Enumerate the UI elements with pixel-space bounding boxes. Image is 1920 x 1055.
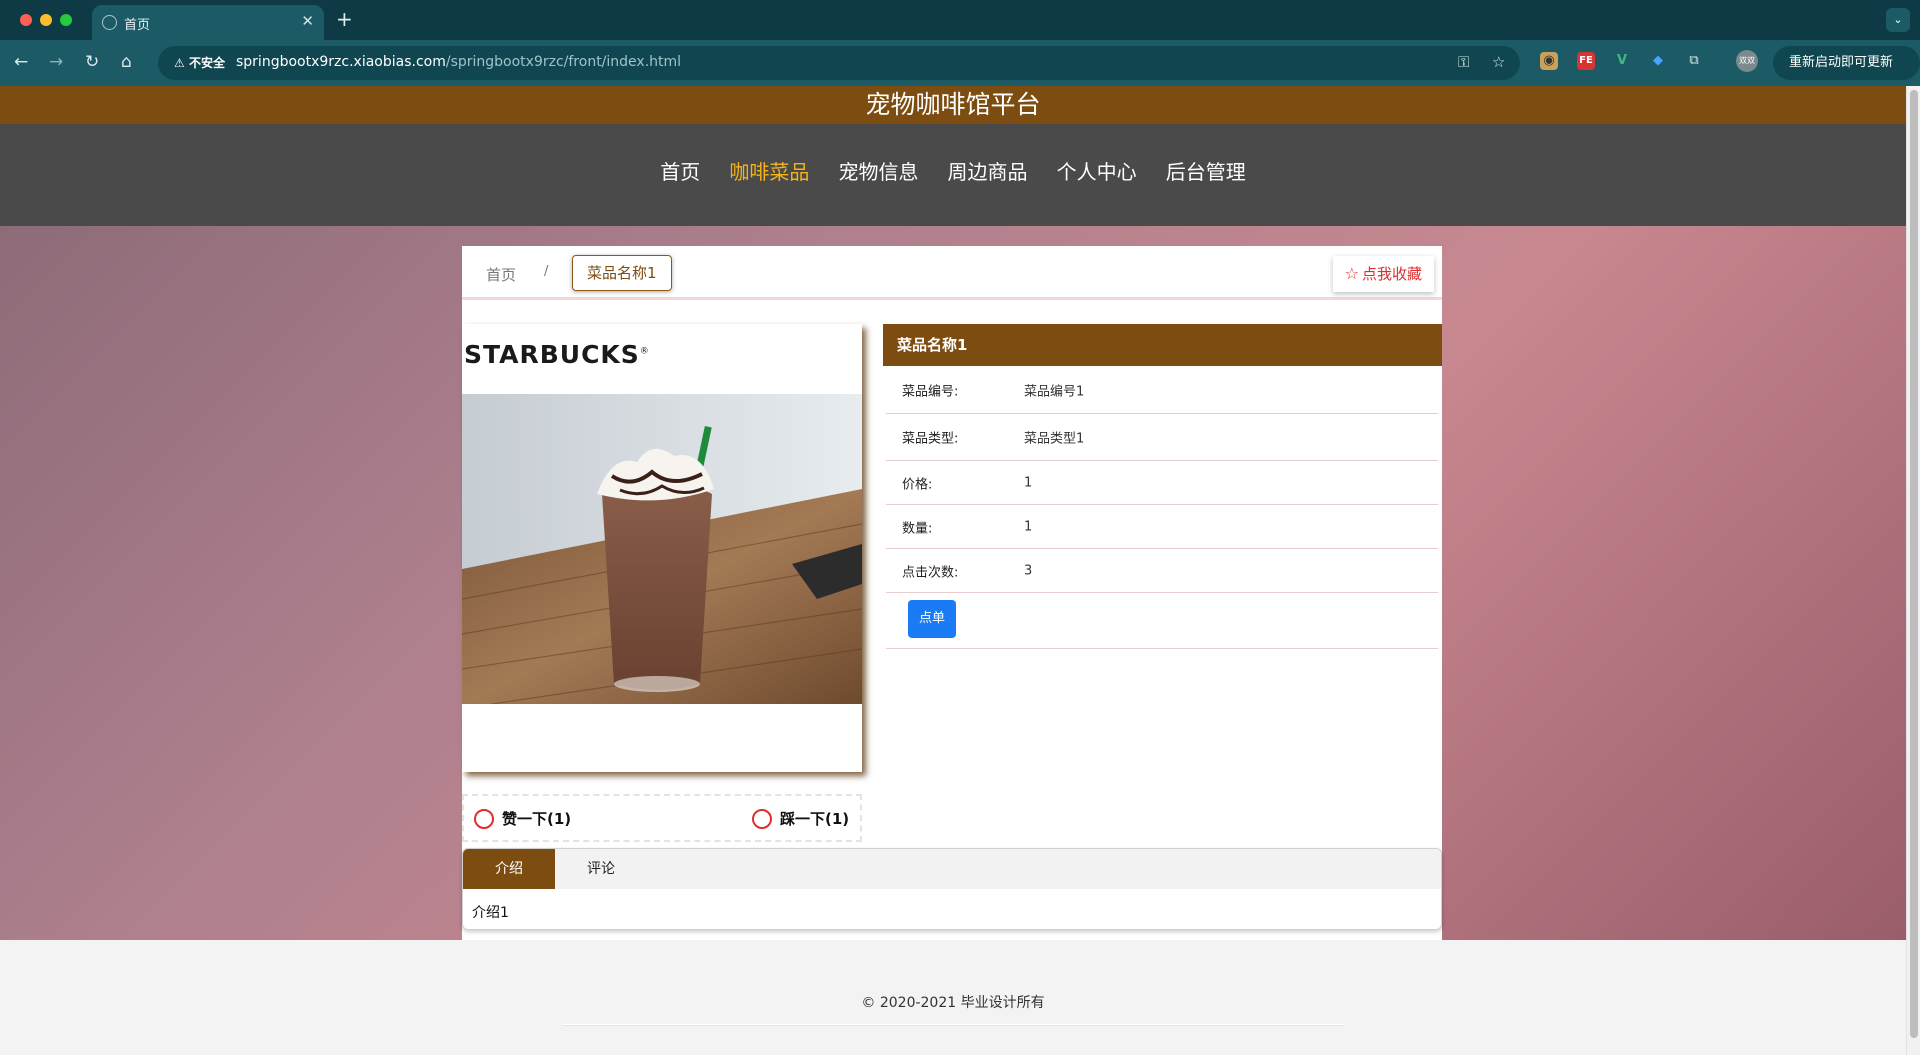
favorite-button[interactable]: ☆ 点我收藏 <box>1332 256 1434 292</box>
tab-content-text: 介绍1 <box>472 905 509 921</box>
frown-icon <box>752 809 772 829</box>
info-key: 菜品类型: <box>902 431 959 447</box>
globe-icon <box>102 15 117 30</box>
new-tab-button[interactable]: + <box>336 7 353 31</box>
nav-item-user-center[interactable]: 个人中心 <box>1057 156 1137 185</box>
info-key: 数量: <box>902 521 933 536</box>
footer-divider <box>562 1024 1344 1025</box>
browser-tab[interactable]: 首页 ✕ <box>92 5 324 40</box>
breadcrumb: 首页 / 菜品名称1 ☆ 点我收藏 <box>462 246 1442 300</box>
insecure-warning-badge[interactable]: ⚠ 不安全 <box>166 52 233 74</box>
favorite-label: 点我收藏 <box>1361 265 1422 283</box>
breadcrumb-current: 菜品名称1 <box>572 255 672 291</box>
tab-search-button[interactable]: ⌄ <box>1886 8 1910 32</box>
info-value: 1 <box>1024 519 1033 534</box>
like-button[interactable]: 赞一下(1) <box>474 808 571 829</box>
profile-avatar[interactable]: 双双 <box>1736 50 1758 72</box>
extension-vue-icon[interactable]: V <box>1613 52 1631 70</box>
reload-icon[interactable]: ↻ <box>85 52 99 72</box>
info-row-actions <box>886 593 1438 649</box>
key-icon[interactable]: ⚿ <box>1458 53 1469 71</box>
nav-item-home[interactable]: 首页 <box>660 156 700 185</box>
nav-item-pet-info[interactable]: 宠物信息 <box>838 156 918 185</box>
extension-fe-icon[interactable]: FE <box>1577 52 1595 70</box>
bookmark-star-icon[interactable]: ☆ <box>1492 53 1505 71</box>
browser-tab-strip: 首页 ✕ + ⌄ <box>0 0 1920 40</box>
window-minimize-button[interactable] <box>40 14 52 26</box>
scrollbar-thumb[interactable] <box>1910 90 1918 1038</box>
extension-icon-1[interactable]: ◉ <box>1540 52 1558 70</box>
close-icon[interactable]: ✕ <box>301 12 314 30</box>
detail-tabs: 介绍 评论 介绍1 <box>462 848 1442 930</box>
window-zoom-button[interactable] <box>60 14 72 26</box>
breadcrumb-separator: / <box>544 264 549 279</box>
copyright-text: © 2020-2021 毕业设计所有 <box>861 995 1045 1011</box>
reaction-bar: 赞一下(1) 踩一下(1) <box>462 794 862 842</box>
nav-item-admin[interactable]: 后台管理 <box>1166 156 1246 185</box>
product-name-header: 菜品名称1 <box>883 324 1442 366</box>
info-value: 菜品类型1 <box>1024 431 1085 447</box>
url-text[interactable]: springbootx9rzc.xiaobias.com/springbootx… <box>236 54 681 70</box>
browser-tab-title: 首页 <box>124 18 151 33</box>
info-value: 1 <box>1024 475 1033 490</box>
info-value: 菜品编号1 <box>1024 384 1085 399</box>
footer: © 2020-2021 毕业设计所有 <box>0 950 1906 1055</box>
trademark-mark: ® <box>639 346 650 357</box>
url-host: springbootx9rzc.xiaobias.com <box>236 54 446 70</box>
breadcrumb-home[interactable]: 首页 <box>486 264 516 285</box>
nav-item-merchandise[interactable]: 周边商品 <box>948 156 1028 185</box>
brand-logo-text: STARBUCKS® <box>464 340 650 369</box>
home-icon[interactable]: ⌂ <box>121 52 132 72</box>
info-key: 价格: <box>902 477 933 492</box>
detail-panel: 首页 / 菜品名称1 ☆ 点我收藏 STARBUCKS® 赞一下(1) 踩一下(… <box>462 246 1442 940</box>
info-value: 3 <box>1024 563 1033 578</box>
nav-item-coffee-dishes[interactable]: 咖啡菜品 <box>729 156 809 185</box>
back-arrow-icon[interactable]: ← <box>14 52 28 72</box>
info-row-code: 菜品编号: 菜品编号1 <box>886 366 1438 414</box>
forward-arrow-icon[interactable]: → <box>49 52 63 72</box>
extensions-puzzle-icon[interactable]: ⧉ <box>1685 52 1703 70</box>
url-path: /springbootx9rzc/front/index.html <box>445 54 682 70</box>
extension-diamond-icon[interactable]: ◆ <box>1649 52 1667 70</box>
dislike-label: 踩一下(1) <box>780 810 850 828</box>
browser-toolbar: ← → ↻ ⌂ ⚠ 不安全 springbootx9rzc.xiaobias.c… <box>0 40 1920 86</box>
main-nav: 首页 咖啡菜品 宠物信息 周边商品 个人中心 后台管理 <box>0 124 1906 226</box>
brand-text: STARBUCKS <box>464 340 640 369</box>
product-image-card[interactable]: STARBUCKS® <box>462 324 862 772</box>
page-viewport: 宠物咖啡馆平台 首页 咖啡菜品 宠物信息 周边商品 个人中心 后台管理 首页 /… <box>0 86 1906 1055</box>
address-bar[interactable]: ⚠ 不安全 springbootx9rzc.xiaobias.com/sprin… <box>158 46 1520 80</box>
order-button[interactable]: 点单 <box>908 600 956 638</box>
site-title: 宠物咖啡馆平台 <box>0 86 1906 124</box>
detail-tabs-header: 介绍 评论 <box>463 849 1441 889</box>
coffee-frappuccino-image <box>462 394 862 704</box>
smile-icon <box>474 809 494 829</box>
info-row-quantity: 数量: 1 <box>886 505 1438 549</box>
restart-label: 重新启动即可更新 <box>1789 55 1894 70</box>
star-icon: ☆ <box>1344 264 1359 283</box>
info-key: 菜品编号: <box>902 384 959 399</box>
insecure-label: 不安全 <box>188 56 225 70</box>
like-label: 赞一下(1) <box>502 810 572 828</box>
info-row-clicks: 点击次数: 3 <box>886 549 1438 593</box>
tab-introduction[interactable]: 介绍 <box>463 849 555 889</box>
restart-to-update-button[interactable]: 重新启动即可更新 ⋮ <box>1773 46 1920 104</box>
dislike-button[interactable]: 踩一下(1) <box>752 808 849 829</box>
info-row-type: 菜品类型: 菜品类型1 <box>886 414 1438 461</box>
info-key: 点击次数: <box>902 565 959 580</box>
tab-comments[interactable]: 评论 <box>555 849 647 889</box>
page-scrollbar[interactable] <box>1906 86 1920 1055</box>
info-row-price: 价格: 1 <box>886 461 1438 505</box>
window-close-button[interactable] <box>20 14 32 26</box>
product-photo <box>462 394 862 704</box>
